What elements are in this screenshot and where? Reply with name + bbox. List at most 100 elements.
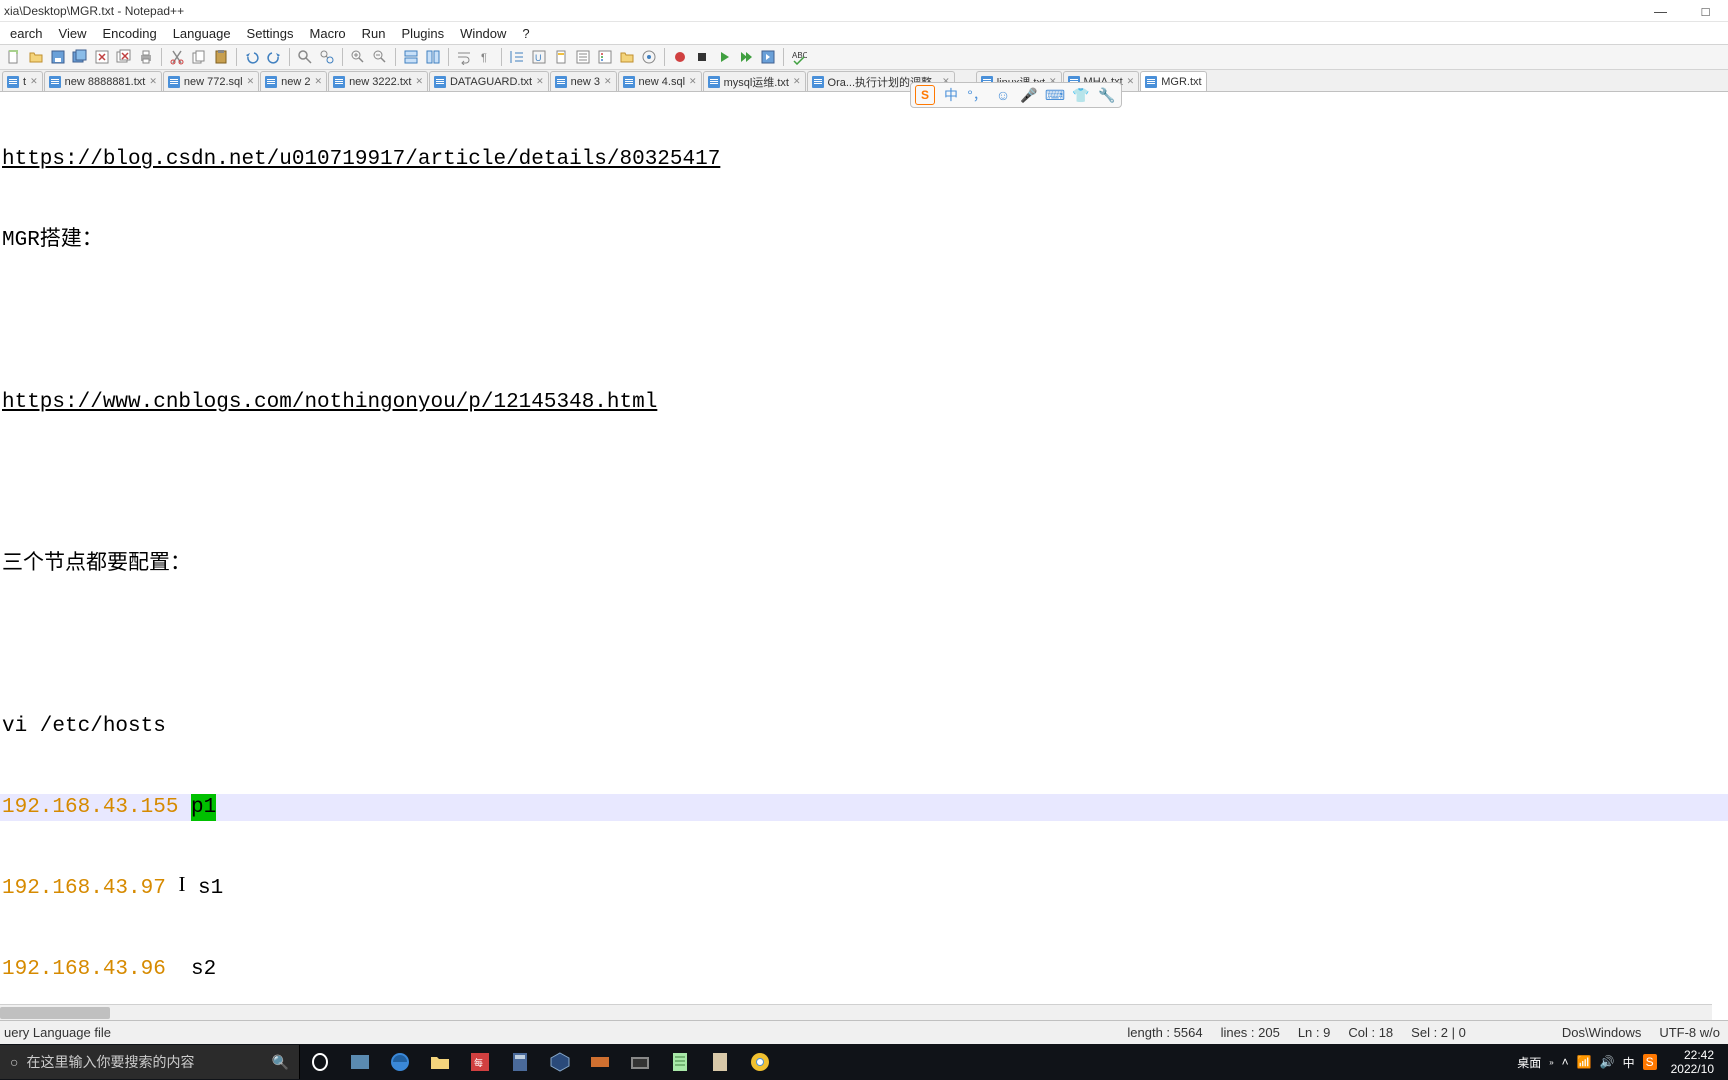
wrap-button[interactable] [454, 47, 474, 67]
copy-button[interactable] [189, 47, 209, 67]
systray-ime-icon[interactable]: 中 [1623, 1054, 1635, 1071]
tab-0[interactable]: t✕ [2, 71, 43, 91]
menu-help[interactable]: ? [514, 24, 537, 43]
zoom-out-button[interactable] [370, 47, 390, 67]
close-all-button[interactable] [114, 47, 134, 67]
close-icon[interactable]: ✕ [604, 76, 612, 87]
record-macro-button[interactable] [670, 47, 690, 67]
redo-button[interactable] [264, 47, 284, 67]
tab-7[interactable]: new 4.sql✕ [618, 71, 702, 91]
close-icon[interactable]: ✕ [30, 76, 38, 87]
systray-volume-icon[interactable]: 🔊 [1600, 1055, 1615, 1069]
show-all-chars-button[interactable]: ¶ [476, 47, 496, 67]
systray-double-chevron-icon[interactable]: » [1549, 1058, 1553, 1067]
tab-2[interactable]: new 772.sql✕ [163, 71, 259, 91]
systray-sogou-icon[interactable]: S [1643, 1054, 1657, 1070]
task-app-8[interactable] [620, 1044, 660, 1080]
doc-list-button[interactable] [573, 47, 593, 67]
spellcheck-button[interactable]: ABC [789, 47, 809, 67]
task-app-1[interactable] [340, 1044, 380, 1080]
open-file-button[interactable] [26, 47, 46, 67]
calculator-icon[interactable] [500, 1044, 540, 1080]
close-icon[interactable]: ✕ [793, 76, 801, 87]
editor[interactable]: https://blog.csdn.net/u010719917/article… [0, 92, 1728, 1020]
menu-run[interactable]: Run [354, 24, 394, 43]
tab-1[interactable]: new 8888881.txt✕ [44, 71, 162, 91]
menu-plugins[interactable]: Plugins [394, 24, 453, 43]
close-icon[interactable]: ✕ [315, 76, 323, 87]
systray-clock[interactable]: 22:42 2022/10 [1665, 1048, 1720, 1076]
tab-6[interactable]: new 3✕ [550, 71, 617, 91]
ime-emoji-icon[interactable]: ☺ [993, 85, 1013, 105]
menu-window[interactable]: Window [452, 24, 514, 43]
func-list-button[interactable] [595, 47, 615, 67]
editor-link[interactable]: https://www.cnblogs.com/nothingonyou/p/1… [2, 389, 657, 416]
task-app-7[interactable] [580, 1044, 620, 1080]
close-icon[interactable]: ✕ [149, 76, 157, 87]
ime-toolbar[interactable]: S 中 °， ☺ 🎤 ⌨ 👕 🔧 [910, 82, 1122, 108]
tab-4[interactable]: new 3222.txt✕ [328, 71, 428, 91]
notepadpp-icon[interactable] [660, 1044, 700, 1080]
virtualbox-icon[interactable] [540, 1044, 580, 1080]
menu-language[interactable]: Language [165, 24, 239, 43]
file-explorer-icon[interactable] [420, 1044, 460, 1080]
stop-macro-button[interactable] [692, 47, 712, 67]
ime-tool-icon[interactable]: 🔧 [1097, 85, 1117, 105]
minimize-button[interactable]: — [1638, 0, 1683, 22]
edge-icon[interactable] [380, 1044, 420, 1080]
indent-guide-button[interactable] [507, 47, 527, 67]
close-file-button[interactable] [92, 47, 112, 67]
systray-network-icon[interactable]: 📶 [1577, 1055, 1592, 1069]
ime-mic-icon[interactable]: 🎤 [1019, 85, 1039, 105]
close-icon[interactable]: ✕ [247, 76, 255, 87]
taskbar-search[interactable]: ○ 在这里输入你要搜索的内容 🔍 [0, 1045, 300, 1079]
scrollbar-thumb[interactable] [0, 1007, 110, 1019]
new-file-button[interactable] [4, 47, 24, 67]
systray-desktop[interactable]: 桌面 [1517, 1054, 1541, 1071]
close-icon[interactable]: ✕ [1127, 76, 1135, 87]
monitoring-button[interactable] [639, 47, 659, 67]
sync-vert-button[interactable] [401, 47, 421, 67]
menu-macro[interactable]: Macro [302, 24, 354, 43]
close-icon[interactable]: ✕ [415, 76, 423, 87]
ime-punct-icon[interactable]: °， [967, 85, 987, 105]
ime-lang[interactable]: 中 [941, 85, 961, 105]
menu-settings[interactable]: Settings [239, 24, 302, 43]
sync-horiz-button[interactable] [423, 47, 443, 67]
tab-12[interactable]: MGR.txt [1140, 71, 1206, 91]
close-icon[interactable]: ✕ [689, 76, 697, 87]
replace-button[interactable] [317, 47, 337, 67]
zoom-in-button[interactable] [348, 47, 368, 67]
menu-search[interactable]: earch [2, 24, 51, 43]
undo-button[interactable] [242, 47, 262, 67]
maximize-button[interactable]: □ [1683, 0, 1728, 22]
menu-encoding[interactable]: Encoding [94, 24, 164, 43]
play-multi-button[interactable] [736, 47, 756, 67]
systray-chevron-up-icon[interactable]: ˄ [1562, 1055, 1569, 1069]
save-button[interactable] [48, 47, 68, 67]
task-app-10[interactable] [700, 1044, 740, 1080]
chrome-icon[interactable] [740, 1044, 780, 1080]
close-icon[interactable]: ✕ [536, 76, 544, 87]
menu-view[interactable]: View [51, 24, 95, 43]
save-all-button[interactable] [70, 47, 90, 67]
tab-3[interactable]: new 2✕ [260, 71, 327, 91]
paste-button[interactable] [211, 47, 231, 67]
print-button[interactable] [136, 47, 156, 67]
task-app-4[interactable]: 每 [460, 1044, 500, 1080]
folder-workspace-button[interactable] [617, 47, 637, 67]
tab-8[interactable]: mysql运维.txt✕ [703, 71, 806, 91]
ime-skin-icon[interactable]: 👕 [1071, 85, 1091, 105]
sogou-icon[interactable]: S [915, 85, 935, 105]
editor-link[interactable]: https://blog.csdn.net/u010719917/article… [2, 146, 720, 173]
doc-map-button[interactable] [551, 47, 571, 67]
udl-button[interactable]: U [529, 47, 549, 67]
ime-keyboard-icon[interactable]: ⌨ [1045, 85, 1065, 105]
cut-button[interactable] [167, 47, 187, 67]
save-macro-button[interactable] [758, 47, 778, 67]
horizontal-scrollbar[interactable] [0, 1004, 1712, 1020]
tab-5[interactable]: DATAGUARD.txt✕ [429, 71, 549, 91]
play-macro-button[interactable] [714, 47, 734, 67]
find-button[interactable] [295, 47, 315, 67]
cortana-icon[interactable] [300, 1044, 340, 1080]
